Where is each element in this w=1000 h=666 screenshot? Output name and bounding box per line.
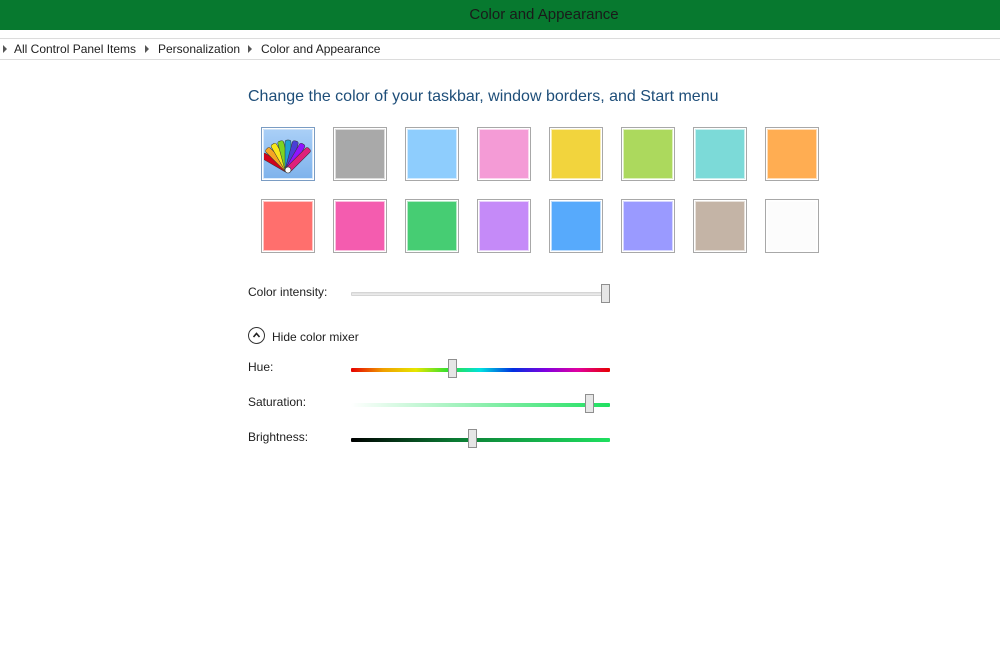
breadcrumb-color-and-appearance[interactable]: Color and Appearance <box>261 39 380 59</box>
swatch-fill <box>479 201 529 251</box>
color-swatch-automatic[interactable] <box>261 127 315 181</box>
color-swatch-green[interactable] <box>405 199 459 253</box>
color-swatch-red[interactable] <box>261 199 315 253</box>
brightness-track[interactable] <box>351 438 610 442</box>
color-swatch-taupe[interactable] <box>693 199 747 253</box>
swatch-fill <box>335 129 385 179</box>
brightness-label: Brightness: <box>248 430 309 444</box>
color-swatch-yellow[interactable] <box>549 127 603 181</box>
swatch-fill <box>263 201 313 251</box>
swatch-fill <box>623 201 673 251</box>
color-swatch-pink[interactable] <box>477 127 531 181</box>
hue-slider-thumb[interactable] <box>448 359 457 378</box>
color-swatch-orange[interactable] <box>765 127 819 181</box>
swatch-fill <box>695 129 745 179</box>
swatch-fill <box>407 129 457 179</box>
hide-color-mixer-button[interactable] <box>248 327 265 344</box>
color-intensity-label: Color intensity: <box>248 285 328 299</box>
color-swatch-violet[interactable] <box>477 199 531 253</box>
swatch-fill <box>767 129 817 179</box>
color-swatch-teal[interactable] <box>693 127 747 181</box>
color-swatch-blue[interactable] <box>549 199 603 253</box>
breadcrumb-arrow-icon[interactable] <box>145 45 149 53</box>
color-swatch-gray[interactable] <box>333 127 387 181</box>
breadcrumb-personalization[interactable]: Personalization <box>158 39 240 59</box>
color-intensity-slider-thumb[interactable] <box>601 284 610 303</box>
brightness-slider-thumb[interactable] <box>468 429 477 448</box>
color-fan-icon <box>261 139 311 174</box>
color-swatch-magenta[interactable] <box>333 199 387 253</box>
breadcrumb-all-control-panel-items[interactable]: All Control Panel Items <box>14 39 136 59</box>
hide-color-mixer-label[interactable]: Hide color mixer <box>272 330 359 344</box>
swatch-fill <box>623 129 673 179</box>
saturation-track[interactable] <box>351 403 610 407</box>
saturation-slider-thumb[interactable] <box>585 394 594 413</box>
swatch-fill <box>551 201 601 251</box>
breadcrumb: All Control Panel Items Personalization … <box>0 38 1000 60</box>
breadcrumb-arrow-icon[interactable] <box>248 45 252 53</box>
hue-label: Hue: <box>248 360 274 374</box>
swatch-fill <box>551 129 601 179</box>
chevron-up-icon <box>252 332 261 338</box>
swatch-fill <box>335 201 385 251</box>
breadcrumb-arrow-icon[interactable] <box>3 45 7 53</box>
page-heading: Change the color of your taskbar, window… <box>248 88 719 105</box>
swatch-fill <box>407 201 457 251</box>
hue-track[interactable] <box>351 368 610 372</box>
color-swatch-lime[interactable] <box>621 127 675 181</box>
color-swatch-sky[interactable] <box>405 127 459 181</box>
saturation-label: Saturation: <box>248 395 307 409</box>
title-bar: Color and Appearance <box>0 0 1000 30</box>
swatch-fill <box>695 201 745 251</box>
swatch-fill <box>261 129 313 179</box>
swatch-fill <box>479 129 529 179</box>
window-title: Color and Appearance <box>469 6 619 23</box>
color-swatch-white[interactable] <box>765 199 819 253</box>
color-intensity-track[interactable] <box>351 292 610 296</box>
swatch-fill <box>767 201 817 251</box>
color-swatch-periwinkle[interactable] <box>621 199 675 253</box>
